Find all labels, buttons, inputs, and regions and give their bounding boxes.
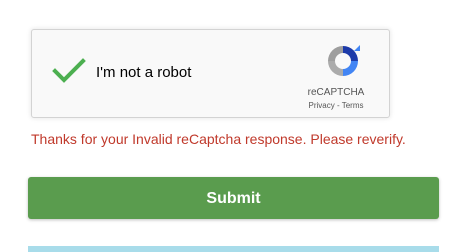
checkbox-label: I'm not a robot <box>96 64 192 81</box>
recaptcha-logo-icon <box>328 45 360 76</box>
checkmark-icon[interactable] <box>52 58 86 84</box>
page: I'm not a robot reCAPTCHA Privacy - Term… <box>0 0 468 252</box>
recaptcha-widget: I'm not a robot reCAPTCHA Privacy - Term… <box>31 29 390 118</box>
terms-separator: - <box>336 101 340 110</box>
next-section-edge <box>28 246 439 252</box>
recaptcha-brand-text: reCAPTCHA <box>307 87 365 98</box>
error-message: Thanks for your Invalid reCaptcha respon… <box>31 131 406 147</box>
terms-link[interactable]: Terms <box>342 101 364 110</box>
recaptcha-terms-line: Privacy - Terms <box>292 101 380 110</box>
privacy-link[interactable]: Privacy <box>309 101 335 110</box>
submit-button[interactable]: Submit <box>28 177 439 219</box>
